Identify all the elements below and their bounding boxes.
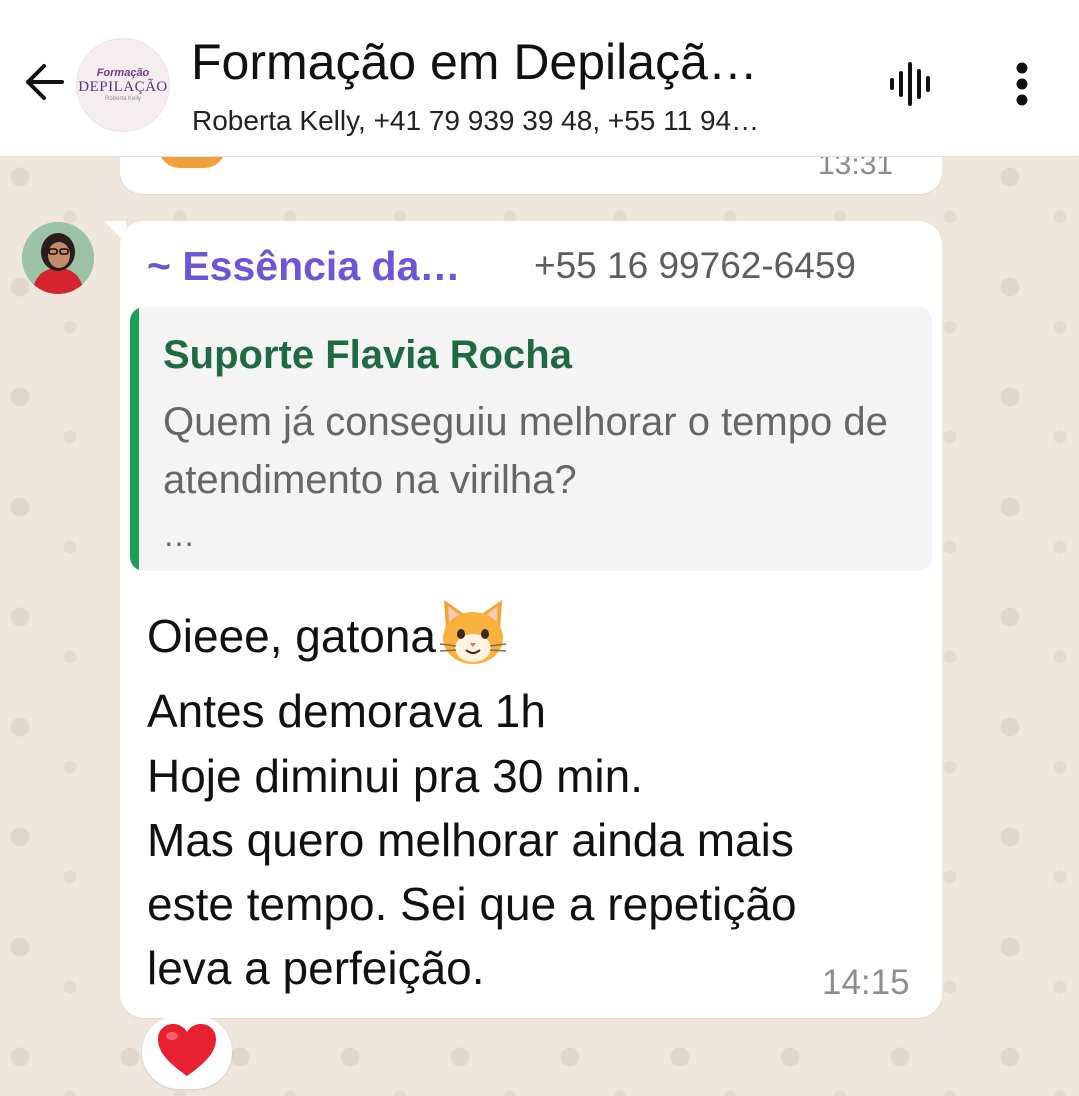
quoted-message[interactable]: Suporte Flavia Rocha Quem já conseguiu m… xyxy=(130,307,932,571)
message-line: este tempo. Sei que a repetição xyxy=(147,878,797,930)
chat-header: Formação DEPILAÇÃO Roberta Kelly Formaçã… xyxy=(0,0,1079,157)
avatar-logo-line3: Roberta Kelly xyxy=(104,96,142,102)
message-greeting-line: Oieee, gatona xyxy=(147,600,507,668)
sender-avatar[interactable] xyxy=(22,222,94,294)
arrow-left-icon xyxy=(22,62,66,107)
sender-name[interactable]: ~ Essência da… xyxy=(147,242,460,290)
chat-members[interactable]: Roberta Kelly, +41 79 939 39 48, +55 11 … xyxy=(192,103,842,139)
reaction-badge[interactable] xyxy=(142,1015,232,1089)
voice-chat-button[interactable] xyxy=(884,58,940,114)
sender-phone[interactable]: +55 16 99762-6459 xyxy=(534,244,856,288)
quoted-text: Quem já conseguiu melhorar o tempo de at… xyxy=(163,400,888,502)
chat-title[interactable]: Formação em Depilaçã… xyxy=(191,32,841,92)
avatar-logo-line1: Formação xyxy=(96,67,150,79)
more-vertical-icon xyxy=(1014,60,1030,113)
message-line: leva a perfeição. xyxy=(147,942,485,994)
quoted-ellipsis: … xyxy=(163,517,195,553)
back-button[interactable] xyxy=(18,58,70,110)
voice-waveform-icon xyxy=(886,58,938,115)
cat-face-emoji xyxy=(436,600,507,668)
quote-accent-bar xyxy=(130,307,139,571)
message-time: 14:15 xyxy=(822,963,910,1002)
message-greeting: Oieee, gatona xyxy=(147,610,437,662)
quoted-author: Suporte Flavia Rocha xyxy=(163,333,572,377)
message-line: Hoje diminui pra 30 min. xyxy=(147,750,644,802)
message-line: Antes demorava 1h xyxy=(147,685,546,737)
avatar-logo-line2: DEPILAÇÃO xyxy=(78,79,168,95)
group-avatar[interactable]: Formação DEPILAÇÃO Roberta Kelly xyxy=(76,38,170,132)
message-line: Mas quero melhorar ainda mais xyxy=(147,814,794,866)
more-options-button[interactable] xyxy=(996,58,1048,114)
heart-icon xyxy=(156,1022,218,1083)
